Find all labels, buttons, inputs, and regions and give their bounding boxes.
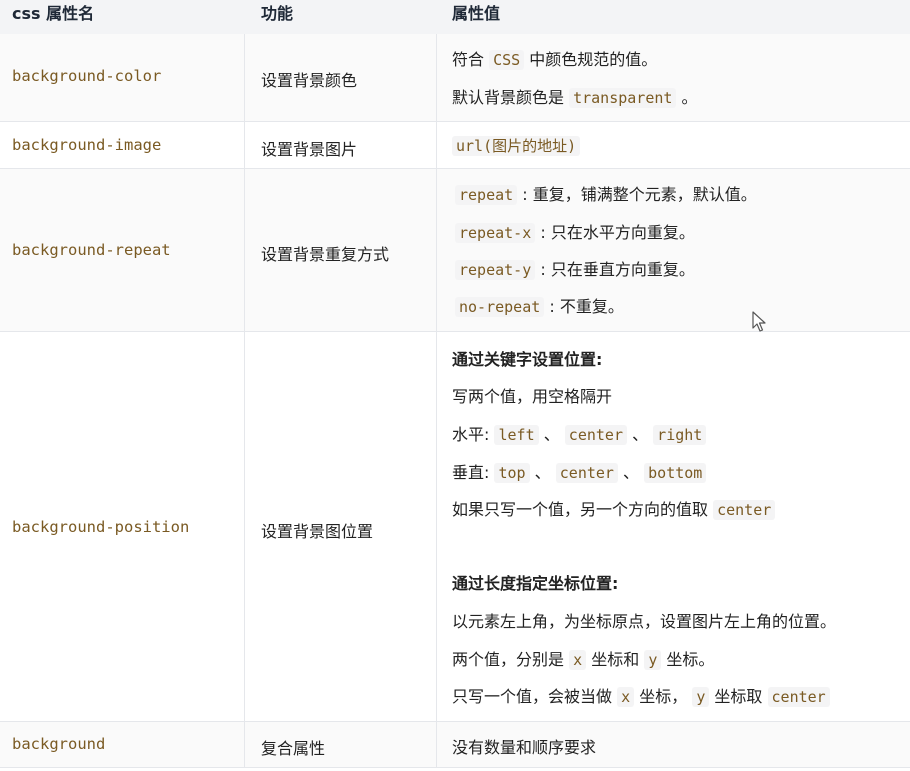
property-name: background-color (12, 67, 162, 85)
header-property: css 属性名 (12, 4, 95, 23)
table-row: background-color 设置背景颜色 符合 CSS 中颜色规范的值。 … (0, 34, 910, 122)
code-snippet: x (569, 650, 587, 670)
mouse-cursor-icon (752, 311, 766, 332)
code-snippet: y (644, 650, 662, 670)
value-line: 只写一个值，会被当做 x 坐标， y 坐标取 center (452, 683, 830, 707)
value-line: url(图片的地址) (452, 135, 581, 156)
value-line: repeat-x : 只在水平方向重复。 (455, 219, 695, 243)
code-snippet: y (692, 687, 710, 707)
code-snippet: url(图片的地址) (452, 136, 581, 156)
code-snippet: center (564, 425, 627, 445)
code-snippet: right (653, 425, 707, 445)
value-line: 水平: left 、 center 、 right (452, 421, 707, 445)
function-text: 设置背景图位置 (261, 522, 374, 541)
value-line: 两个值，分别是 x 坐标和 y 坐标。 (452, 650, 715, 670)
table-row: background-repeat 设置背景重复方式 repeat : 重复，铺… (0, 169, 910, 332)
property-name: background-repeat (12, 241, 171, 259)
code-snippet: repeat-y (455, 260, 536, 280)
property-name: background (12, 735, 106, 753)
value-line: repeat : 重复，铺满整个元素，默认值。 (455, 181, 757, 205)
column-divider (244, 34, 245, 768)
css-background-properties-table: css 属性名 功能 属性值 background-color 设置背景颜色 符… (0, 0, 910, 771)
code-snippet: repeat-x (455, 223, 536, 243)
header-function: 功能 (261, 4, 294, 23)
function-text: 复合属性 (261, 739, 326, 758)
property-name: background-image (12, 136, 162, 154)
function-text: 设置背景图片 (261, 140, 358, 159)
code-snippet: top (494, 463, 530, 483)
table-header: css 属性名 功能 属性值 (0, 0, 910, 34)
value-line: 如果只写一个值，另一个方向的值取 center (452, 496, 776, 520)
keyword-section-title: 通过关键字设置位置: (452, 350, 603, 369)
row-divider (0, 767, 910, 768)
code-snippet: center (713, 500, 776, 520)
header-value: 属性值 (452, 4, 501, 23)
value-line: 以元素左上角，为坐标原点，设置图片左上角的位置。 (452, 612, 837, 631)
value-line: 垂直: top 、 center 、 bottom (452, 459, 707, 483)
property-name: background-position (12, 518, 190, 536)
code-snippet: center (767, 687, 830, 707)
code-snippet: bottom (644, 463, 707, 483)
table-row: background-image 设置背景图片 url(图片的地址) (0, 122, 910, 169)
code-snippet: transparent (569, 88, 677, 108)
code-snippet: repeat (455, 185, 518, 205)
value-line: 写两个值，用空格隔开 (452, 387, 613, 406)
function-text: 设置背景重复方式 (261, 245, 390, 264)
value-line: repeat-y : 只在垂直方向重复。 (455, 256, 695, 280)
value-line: 符合 CSS 中颜色规范的值。 (452, 50, 658, 70)
table-row: background-position 设置背景图位置 通过关键字设置位置: 写… (0, 332, 910, 722)
code-snippet: CSS (489, 50, 525, 70)
length-section-title: 通过长度指定坐标位置: (452, 574, 619, 593)
function-text: 设置背景颜色 (261, 71, 358, 90)
code-snippet: left (494, 425, 539, 445)
value-line: 默认背景颜色是 transparent 。 (452, 88, 698, 108)
code-snippet: x (617, 687, 635, 707)
code-snippet: no-repeat (455, 297, 545, 317)
code-snippet: center (555, 463, 618, 483)
column-divider (436, 34, 437, 768)
value-line: 没有数量和顺序要求 (452, 738, 597, 757)
value-line: no-repeat : 不重复。 (455, 293, 624, 317)
table-row: background 复合属性 没有数量和顺序要求 (0, 722, 910, 768)
